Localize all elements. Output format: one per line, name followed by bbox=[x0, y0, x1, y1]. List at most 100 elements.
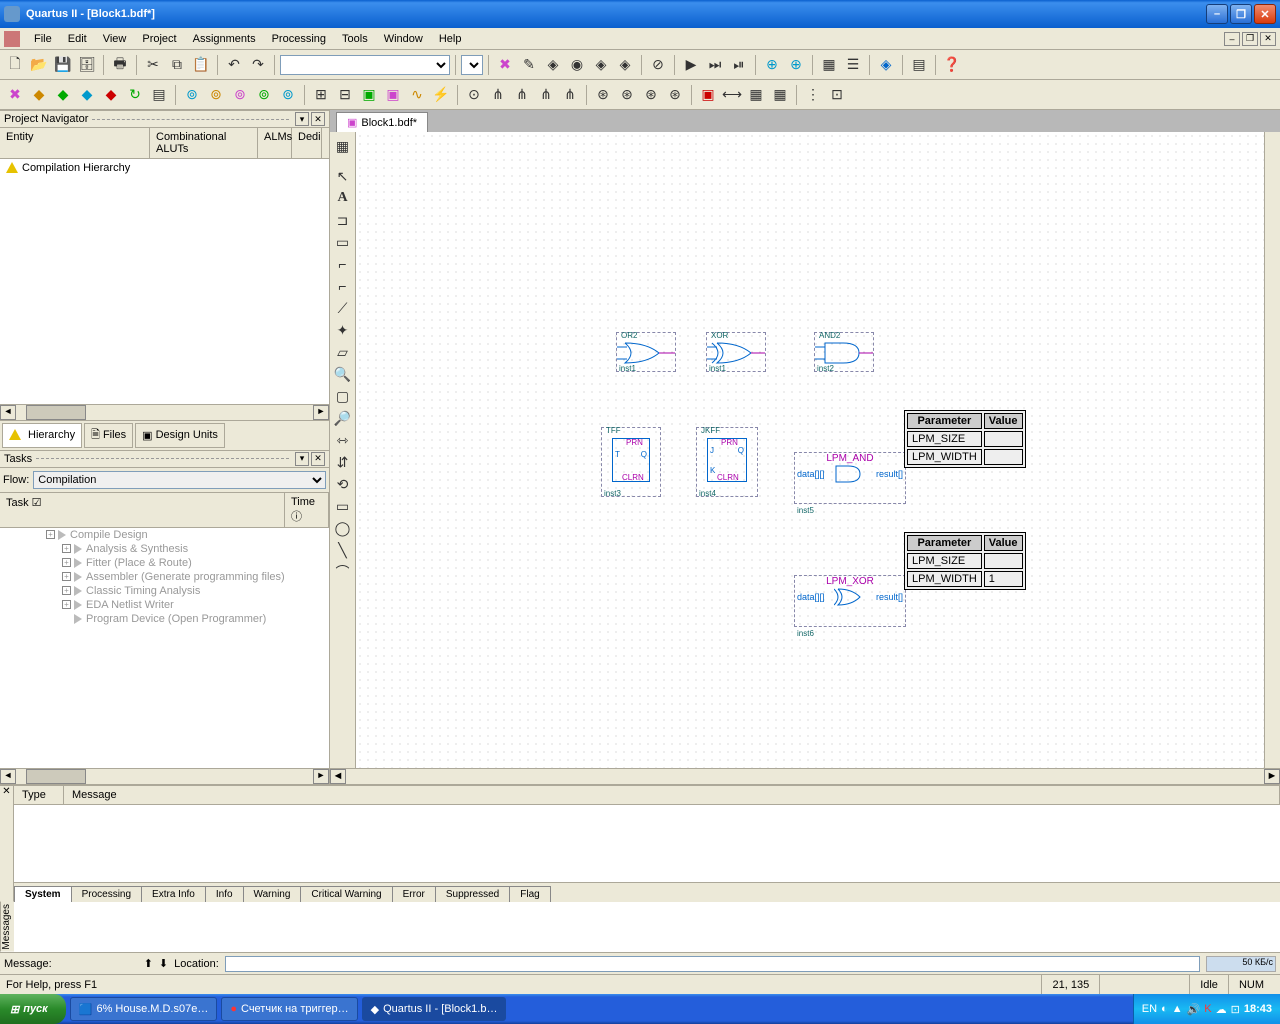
orthogonal-node-icon[interactable]: ⌐ bbox=[333, 254, 353, 274]
mdi-minimize[interactable]: – bbox=[1224, 32, 1240, 46]
document-icon[interactable] bbox=[4, 31, 20, 47]
expand-icon[interactable]: + bbox=[62, 586, 71, 595]
menu-assignments[interactable]: Assignments bbox=[185, 31, 264, 47]
tray-clock[interactable]: 18:43 bbox=[1244, 1003, 1272, 1015]
t2-3-icon[interactable]: ◆ bbox=[52, 84, 74, 106]
t2-8-icon[interactable]: ⊚ bbox=[181, 84, 203, 106]
report-icon[interactable]: ▤ bbox=[908, 54, 930, 76]
mdi-close[interactable]: ✕ bbox=[1260, 32, 1276, 46]
t2-5-icon[interactable]: ◆ bbox=[100, 84, 122, 106]
gate-tff[interactable]: TFF PRN T Q CLRN inst3 bbox=[601, 427, 661, 497]
t2-17-icon[interactable]: ∿ bbox=[406, 84, 428, 106]
chip-icon[interactable]: ▦ bbox=[818, 54, 840, 76]
expand-icon[interactable]: + bbox=[62, 558, 71, 567]
t2-23-icon[interactable]: ⋔ bbox=[559, 84, 581, 106]
help-icon[interactable]: ❓ bbox=[941, 54, 963, 76]
mdi-restore[interactable]: ❐ bbox=[1242, 32, 1258, 46]
t2-18-icon[interactable]: ⚡ bbox=[430, 84, 452, 106]
undo-icon[interactable]: ↶ bbox=[223, 54, 245, 76]
pn-col-alms[interactable]: ALMs bbox=[258, 128, 292, 158]
minimize-button[interactable]: – bbox=[1206, 4, 1228, 24]
gate-xor[interactable]: XOR inst1 bbox=[706, 332, 766, 372]
task-row[interactable]: +EDA Netlist Writer bbox=[0, 598, 329, 612]
tray-icon-3[interactable]: 🔊 bbox=[1187, 1003, 1201, 1016]
maximize-button[interactable]: ❐ bbox=[1230, 4, 1252, 24]
fullscreen-icon[interactable]: ▢ bbox=[333, 386, 353, 406]
task-row[interactable]: +Classic Timing Analysis bbox=[0, 584, 329, 598]
messages-col-type[interactable]: Type bbox=[14, 786, 64, 804]
menu-view[interactable]: View bbox=[95, 31, 135, 47]
document-tab[interactable]: ▣ Block1.bdf* bbox=[336, 112, 428, 132]
messages-tab-warning[interactable]: Warning bbox=[243, 886, 302, 902]
menu-edit[interactable]: Edit bbox=[60, 31, 95, 47]
menu-help[interactable]: Help bbox=[431, 31, 470, 47]
t2-31-icon[interactable]: ▦ bbox=[769, 84, 791, 106]
tool-icon-2[interactable]: ◈ bbox=[542, 54, 564, 76]
redo-icon[interactable]: ↷ bbox=[247, 54, 269, 76]
t2-28-icon[interactable]: ▣ bbox=[697, 84, 719, 106]
pn-row-compilation-hierarchy[interactable]: Compilation Hierarchy bbox=[0, 159, 329, 177]
pn-pin-button[interactable]: ▾ bbox=[295, 112, 309, 126]
messages-tab-critical-warning[interactable]: Critical Warning bbox=[300, 886, 392, 902]
tasks-close-button[interactable]: ✕ bbox=[311, 452, 325, 466]
new-icon[interactable]: 🗋 bbox=[4, 54, 26, 76]
t2-12-icon[interactable]: ⊚ bbox=[277, 84, 299, 106]
saveall-icon[interactable]: 🗄 bbox=[76, 54, 98, 76]
t2-13-icon[interactable]: ⊞ bbox=[310, 84, 332, 106]
pn-col-entity[interactable]: Entity bbox=[0, 128, 150, 158]
canvas-vscroll[interactable] bbox=[1264, 132, 1280, 768]
t2-22-icon[interactable]: ⋔ bbox=[535, 84, 557, 106]
task-row[interactable]: Program Device (Open Programmer) bbox=[0, 612, 329, 626]
zoom-icon[interactable]: 🔍 bbox=[333, 364, 353, 384]
step2-icon[interactable]: ⏯ bbox=[728, 54, 750, 76]
block-tool-icon[interactable]: ▭ bbox=[333, 232, 353, 252]
tool-icon-3[interactable]: ◉ bbox=[566, 54, 588, 76]
messages-tab-processing[interactable]: Processing bbox=[71, 886, 142, 902]
layers-icon[interactable]: ☰ bbox=[842, 54, 864, 76]
conduit-icon[interactable]: ⟋ bbox=[333, 298, 353, 318]
step-icon[interactable]: ⏭ bbox=[704, 54, 726, 76]
t2-1-icon[interactable]: ✖ bbox=[4, 84, 26, 106]
t2-14-icon[interactable]: ⊟ bbox=[334, 84, 356, 106]
t2-27-icon[interactable]: ⊛ bbox=[664, 84, 686, 106]
partial-select-icon[interactable]: ▱ bbox=[333, 342, 353, 362]
menu-window[interactable]: Window bbox=[376, 31, 431, 47]
t2-4-icon[interactable]: ◆ bbox=[76, 84, 98, 106]
messages-col-message[interactable]: Message bbox=[64, 786, 1280, 804]
text-icon[interactable]: A bbox=[333, 188, 353, 208]
line-icon[interactable]: ╲ bbox=[333, 540, 353, 560]
tray-icon-1[interactable]: ◐ bbox=[1161, 1003, 1168, 1015]
pn-col-dedi[interactable]: Dedi bbox=[292, 128, 322, 158]
messages-tab-suppressed[interactable]: Suppressed bbox=[435, 886, 510, 902]
t2-11-icon[interactable]: ⊚ bbox=[253, 84, 275, 106]
taskbar-item-2[interactable]: ●Счетчик на триггер… bbox=[221, 997, 357, 1021]
tasks-pin-button[interactable]: ▾ bbox=[295, 452, 309, 466]
t2-25-icon[interactable]: ⊛ bbox=[616, 84, 638, 106]
expand-icon[interactable]: + bbox=[62, 600, 71, 609]
menu-file[interactable]: File bbox=[26, 31, 60, 47]
tray-icon-4[interactable]: K bbox=[1204, 1003, 1211, 1015]
t2-7-icon[interactable]: ▤ bbox=[148, 84, 170, 106]
menu-tools[interactable]: Tools bbox=[334, 31, 376, 47]
t2-29-icon[interactable]: ⟷ bbox=[721, 84, 743, 106]
messages-tab-extra-info[interactable]: Extra Info bbox=[141, 886, 206, 902]
messages-body[interactable] bbox=[14, 805, 1280, 882]
pn-col-aluts[interactable]: Combinational ALUTs bbox=[150, 128, 258, 158]
flip-h-icon[interactable]: ⇿ bbox=[333, 430, 353, 450]
pn-hscroll[interactable]: ◄► bbox=[0, 404, 329, 420]
project-combo[interactable] bbox=[280, 55, 450, 75]
save-icon[interactable]: 💾 bbox=[52, 54, 74, 76]
gate-and2[interactable]: AND2 inst2 bbox=[814, 332, 874, 372]
tool-icon-5[interactable]: ◈ bbox=[614, 54, 636, 76]
t2-2-icon[interactable]: ◆ bbox=[28, 84, 50, 106]
t2-10-icon[interactable]: ⊚ bbox=[229, 84, 251, 106]
param-table-1[interactable]: ParameterValue LPM_SIZE LPM_WIDTH bbox=[904, 410, 1026, 468]
messages-tab-error[interactable]: Error bbox=[392, 886, 436, 902]
arrow-down-icon[interactable]: ⬇ bbox=[159, 957, 168, 970]
copy-icon[interactable]: ⧉ bbox=[166, 54, 188, 76]
schematic-canvas[interactable]: OR2 inst1 XOR inst1 AND2 inst2 bbox=[356, 132, 1264, 768]
task-row[interactable]: +Fitter (Place & Route) bbox=[0, 556, 329, 570]
t2-6-icon[interactable]: ↻ bbox=[124, 84, 146, 106]
close-button[interactable]: ✕ bbox=[1254, 4, 1276, 24]
start-button[interactable]: ⊞ пуск bbox=[0, 994, 66, 1024]
